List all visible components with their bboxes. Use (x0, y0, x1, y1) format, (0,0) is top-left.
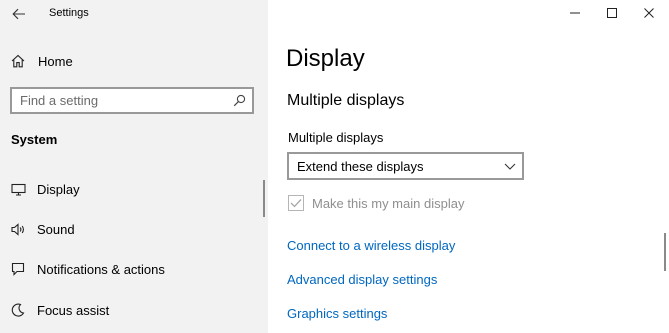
sidebar-item-sound[interactable]: Sound (10, 218, 260, 240)
sidebar-item-label: Home (38, 53, 73, 69)
search-input[interactable] (12, 89, 222, 112)
notification-icon (10, 261, 26, 277)
maximize-icon (607, 8, 617, 18)
sidebar-item-display[interactable]: Display (10, 178, 260, 200)
multiple-displays-label: Multiple displays (288, 130, 384, 145)
graphics-settings-link[interactable]: Graphics settings (287, 306, 387, 321)
page-title: Display (286, 45, 365, 72)
section-heading: Multiple displays (287, 92, 405, 109)
speaker-icon (10, 221, 26, 237)
home-icon (10, 53, 26, 69)
search-icon[interactable] (233, 94, 246, 107)
main-content: Display Multiple displays Multiple displ… (268, 0, 669, 333)
section-title: System (11, 132, 58, 147)
back-arrow-icon (12, 8, 25, 20)
dropdown-value: Extend these displays (297, 158, 424, 174)
minimize-icon (570, 12, 580, 14)
multiple-displays-dropdown[interactable]: Extend these displays (287, 152, 524, 180)
moon-icon (10, 302, 26, 318)
sidebar-item-label: Display (37, 181, 80, 197)
app-title: Settings (49, 7, 89, 19)
sidebar-item-label: Sound (37, 221, 75, 237)
sidebar-item-focus-assist[interactable]: Focus assist (10, 299, 260, 321)
checkbox-label: Make this my main display (312, 195, 465, 211)
maximize-button[interactable] (592, 0, 632, 26)
chevron-down-icon (504, 163, 516, 170)
back-button[interactable] (8, 3, 30, 25)
sidebar-scrollbar[interactable] (263, 180, 265, 217)
advanced-display-settings-link[interactable]: Advanced display settings (287, 272, 437, 287)
connect-wireless-display-link[interactable]: Connect to a wireless display (287, 238, 455, 253)
main-scrollbar[interactable] (664, 233, 666, 271)
sidebar: Settings Home System Display (0, 0, 268, 333)
sidebar-item-notifications[interactable]: Notifications & actions (10, 258, 260, 280)
sidebar-item-home[interactable]: Home (10, 51, 73, 71)
sidebar-item-label: Notifications & actions (37, 261, 165, 277)
search-box[interactable] (10, 87, 254, 114)
sidebar-item-label: Focus assist (37, 302, 110, 318)
monitor-icon (10, 181, 26, 197)
main-display-checkbox[interactable]: Make this my main display (288, 194, 464, 212)
checkmark-icon (290, 199, 302, 208)
close-icon (644, 8, 654, 18)
close-button[interactable] (629, 0, 669, 26)
minimize-button[interactable] (555, 0, 595, 26)
checkbox[interactable] (288, 195, 304, 211)
